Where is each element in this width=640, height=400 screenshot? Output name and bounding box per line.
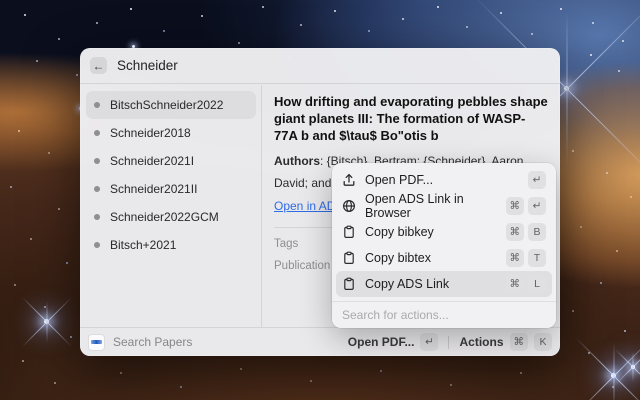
cmd-keycap: ⌘ [506,249,525,267]
action-copy-bibkey[interactable]: Copy bibkey ⌘ B [336,219,552,245]
cmd-keycap: ⌘ [506,275,525,293]
sidebar-item-schneider2022gcm[interactable]: Schneider2022GCM [86,203,256,231]
action-label: Copy ADS Link [365,277,506,291]
bullet-icon [94,242,100,248]
action-copy-bibtex[interactable]: Copy bibtex ⌘ T [336,245,552,271]
action-open-pdf[interactable]: Open PDF... ↵ [336,167,552,193]
window-header: ← Schneider [80,48,560,84]
return-keycap: ↵ [528,197,546,215]
back-button[interactable]: ← [90,57,107,74]
window-footer: Search Papers Open PDF... ↵ Actions ⌘ K [80,327,560,356]
return-keycap: ↵ [528,171,546,189]
globe-icon [342,199,356,213]
bullet-icon [94,130,100,136]
sidebar-item-schneider2018[interactable]: Schneider2018 [86,119,256,147]
footer-divider [448,336,449,349]
back-arrow-icon: ← [93,60,105,72]
actions-panel: Open PDF... ↵ Open ADS Link in Browser ⌘… [332,163,556,328]
actions-search [332,302,556,328]
action-label: Copy bibkey [365,225,506,239]
action-shortcut: ⌘ ↵ [506,197,547,215]
bullet-icon [94,102,100,108]
sidebar-item-schneider2021i[interactable]: Schneider2021I [86,147,256,175]
actions-search-input[interactable] [342,308,546,322]
bullet-icon [94,158,100,164]
action-label: Open PDF... [365,173,528,187]
action-label: Open ADS Link in Browser [365,192,506,220]
bright-star [564,86,569,91]
action-copy-ads-link[interactable]: Copy ADS Link ⌘ L [336,271,552,297]
upload-icon [342,173,356,187]
action-shortcut: ⌘ T [506,249,547,267]
action-shortcut: ↵ [528,171,546,189]
cmd-keycap: ⌘ [510,333,529,351]
bullet-icon [94,214,100,220]
sidebar-item-label: Schneider2021II [110,182,197,196]
action-shortcut: ⌘ L [506,275,547,293]
sidebar-item-label: Schneider2021I [110,154,194,168]
authors-label: Authors [274,154,320,168]
k-keycap: K [534,333,552,351]
sidebar-item-label: Schneider2018 [110,126,191,140]
results-sidebar: BitschSchneider2022 Schneider2018 Schnei… [80,85,262,327]
cmd-keycap: ⌘ [506,197,525,215]
paper-title: How drifting and evaporating pebbles sha… [274,93,548,144]
search-papers-app-icon [88,334,105,351]
actions-menu-button[interactable]: Actions [459,335,503,349]
starfield [0,0,2,2]
sidebar-item-label: BitschSchneider2022 [110,98,223,112]
extension-name: Search Papers [113,335,192,349]
cmd-keycap: ⌘ [506,223,525,241]
return-keycap: ↵ [420,333,438,351]
clipboard-icon [342,251,356,265]
footer-actions: Open PDF... ↵ Actions ⌘ K [348,333,552,351]
action-shortcut: ⌘ B [506,223,547,241]
sidebar-item-label: Bitsch+2021 [110,238,176,252]
bright-star [611,373,616,378]
clipboard-icon [342,225,356,239]
desktop: ← Schneider BitschSchneider2022 Schneide… [0,0,640,400]
sidebar-item-schneider2021ii[interactable]: Schneider2021II [86,175,256,203]
bright-star [44,319,49,324]
sidebar-item-label: Schneider2022GCM [110,210,219,224]
clipboard-icon [342,277,356,291]
sidebar-item-bitschschneider2022[interactable]: BitschSchneider2022 [86,91,256,119]
action-label: Copy bibtex [365,251,506,265]
t-keycap: T [528,249,546,267]
search-query-input[interactable]: Schneider [117,58,178,73]
action-open-ads-browser[interactable]: Open ADS Link in Browser ⌘ ↵ [336,193,552,219]
sidebar-item-bitsch2021[interactable]: Bitsch+2021 [86,231,256,259]
bright-star [631,365,635,369]
actions-list: Open PDF... ↵ Open ADS Link in Browser ⌘… [332,163,556,301]
primary-action-button[interactable]: Open PDF... [348,335,415,349]
l-keycap: L [528,275,546,293]
bullet-icon [94,186,100,192]
b-keycap: B [528,223,546,241]
